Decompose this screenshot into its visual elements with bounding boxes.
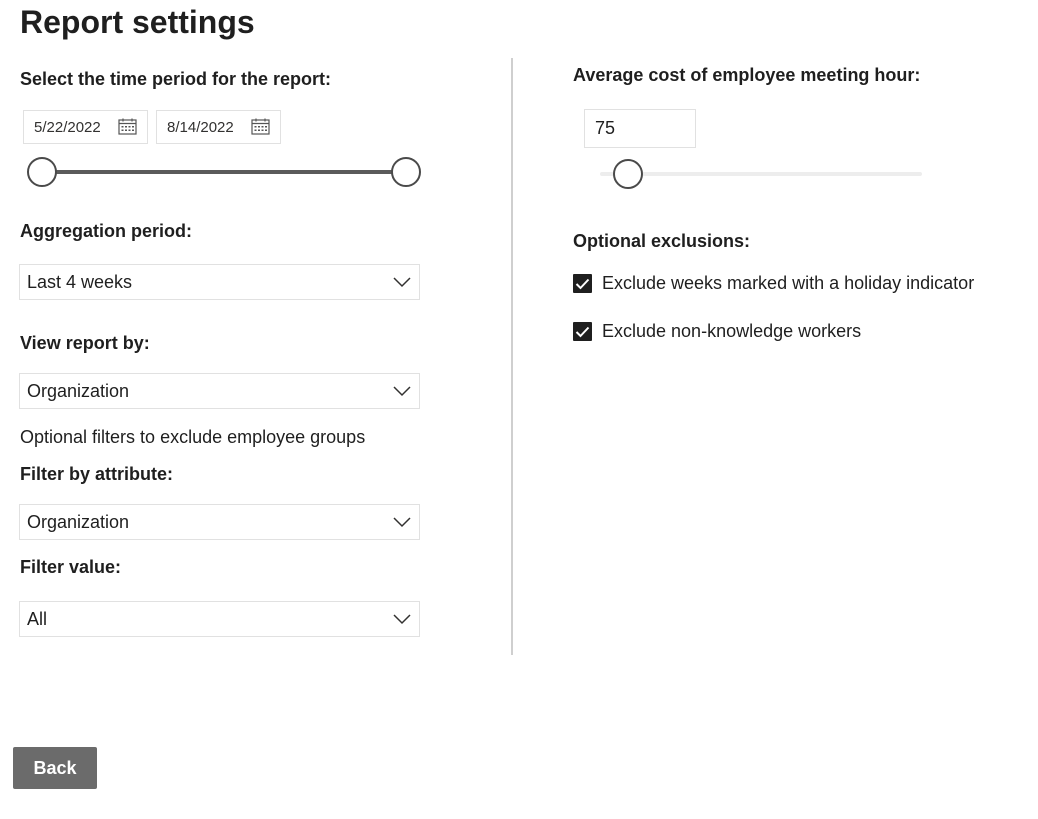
aggregation-dropdown[interactable]: Last 4 weeks — [19, 264, 420, 300]
view-by-label: View report by: — [20, 333, 150, 353]
calendar-icon[interactable] — [117, 118, 139, 136]
time-range-end-handle[interactable] — [391, 157, 421, 187]
meeting-cost-input[interactable]: 75 — [584, 109, 696, 148]
aggregation-label: Aggregation period: — [20, 221, 192, 241]
exclude-holiday-weeks-label: Exclude weeks marked with a holiday indi… — [602, 273, 975, 293]
meeting-cost-label: Average cost of employee meeting hour: — [573, 65, 921, 85]
chevron-down-icon — [393, 614, 411, 625]
chevron-down-icon — [393, 277, 411, 288]
time-range-slider-track[interactable] — [43, 170, 406, 174]
view-by-value: Organization — [27, 380, 130, 401]
aggregation-value: Last 4 weeks — [27, 271, 133, 292]
column-divider — [511, 58, 513, 655]
checkmark-icon — [575, 326, 590, 337]
filters-note: Optional filters to exclude employee gro… — [20, 427, 366, 447]
exclude-non-knowledge-workers-checkbox[interactable] — [573, 322, 592, 341]
start-date-value: 5/22/2022 — [34, 118, 101, 136]
filter-attribute-label: Filter by attribute: — [20, 464, 174, 484]
exclude-holiday-weeks-option[interactable]: Exclude weeks marked with a holiday indi… — [573, 273, 974, 294]
filter-attribute-value: Organization — [27, 511, 130, 532]
back-button[interactable]: Back — [13, 747, 97, 789]
end-date-value: 8/14/2022 — [167, 118, 234, 136]
meeting-cost-slider-track[interactable] — [600, 172, 922, 176]
time-range-start-handle[interactable] — [27, 157, 57, 187]
chevron-down-icon — [393, 386, 411, 397]
exclude-holiday-weeks-checkbox[interactable] — [573, 274, 592, 293]
exclude-non-knowledge-workers-label: Exclude non-knowledge workers — [602, 321, 862, 341]
time-period-label: Select the time period for the report: — [20, 69, 332, 89]
exclude-non-knowledge-workers-option[interactable]: Exclude non-knowledge workers — [573, 321, 861, 342]
filter-value-dropdown[interactable]: All — [19, 601, 420, 637]
end-date-picker[interactable]: 8/14/2022 — [156, 110, 281, 144]
start-date-picker[interactable]: 5/22/2022 — [23, 110, 148, 144]
filter-attribute-dropdown[interactable]: Organization — [19, 504, 420, 540]
filter-value-value: All — [27, 608, 48, 629]
meeting-cost-slider-handle[interactable] — [613, 159, 643, 189]
checkmark-icon — [575, 278, 590, 289]
calendar-icon[interactable] — [250, 118, 272, 136]
chevron-down-icon — [393, 517, 411, 528]
exclusions-label: Optional exclusions: — [573, 231, 751, 251]
page-title: Report settings — [20, 4, 255, 40]
report-settings-page: Report settings Select the time period f… — [0, 0, 1038, 819]
filter-value-label: Filter value: — [20, 557, 122, 577]
view-by-dropdown[interactable]: Organization — [19, 373, 420, 409]
